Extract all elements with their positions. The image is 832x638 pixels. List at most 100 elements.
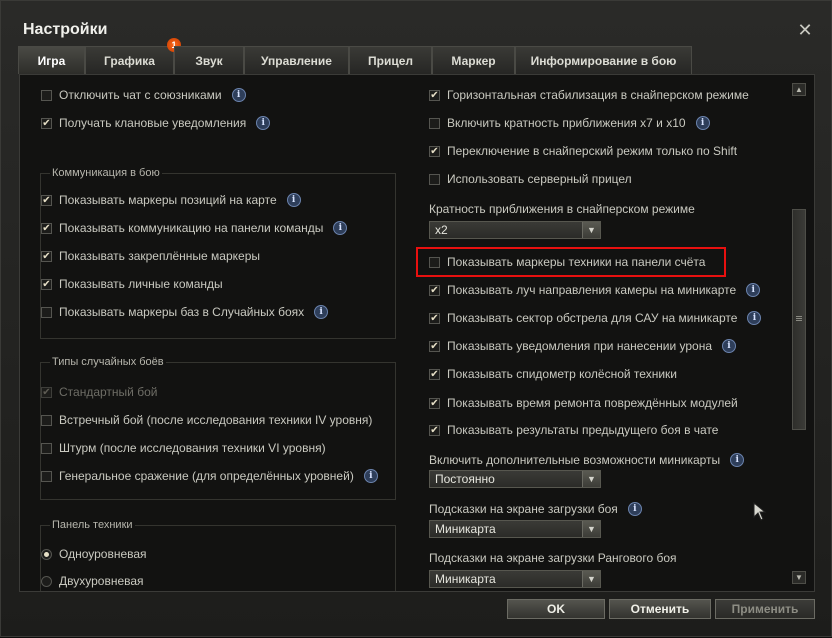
mouse-cursor-icon <box>753 502 767 521</box>
option-label: Штурм (после исследования техники VI уро… <box>59 441 326 455</box>
close-icon[interactable]: ✕ <box>796 21 814 39</box>
radio-button[interactable] <box>41 548 52 560</box>
tab-label: Звук <box>195 54 223 68</box>
option-repair-time[interactable]: ✔ Показывать время ремонта повреждённых … <box>429 393 738 413</box>
settings-window: Настройки ✕ Игра Графика 1 Звук Управлени… <box>0 0 832 637</box>
title-bar: Настройки ✕ <box>1 1 832 45</box>
checkbox[interactable]: ✔ <box>429 145 440 157</box>
cancel-button[interactable]: Отменить <box>609 599 711 619</box>
option-label: Показывать закреплённые маркеры <box>59 249 260 263</box>
checkbox[interactable]: ✔ <box>429 284 440 296</box>
option-position-markers[interactable]: ✔ Показывать маркеры позиций на карте i <box>41 190 301 210</box>
tab-sound[interactable]: Звук <box>174 46 244 74</box>
option-personal-commands[interactable]: ✔ Показывать личные команды <box>41 274 223 294</box>
option-camera-direction[interactable]: ✔ Показывать луч направления камеры на м… <box>429 280 761 300</box>
scroll-thumb[interactable] <box>792 209 806 430</box>
info-icon[interactable]: i <box>363 469 378 483</box>
option-damage-notifications[interactable]: ✔ Показывать уведомления при нанесении у… <box>429 336 736 356</box>
checkbox[interactable] <box>41 470 52 482</box>
checkbox[interactable]: ✔ <box>41 278 52 290</box>
checkbox[interactable]: ✔ <box>429 89 440 101</box>
info-icon[interactable]: i <box>333 221 348 235</box>
option-assault-battle[interactable]: Штурм (после исследования техники VI уро… <box>41 438 326 458</box>
checkbox[interactable] <box>429 256 440 268</box>
checkbox[interactable]: ✔ <box>429 424 440 436</box>
option-label: Показывать маркеры баз в Случайных боях <box>59 305 305 319</box>
option-spg-sector[interactable]: ✔ Показывать сектор обстрела для САУ на … <box>429 308 762 328</box>
tab-label: Управление <box>261 54 332 68</box>
tab-controls[interactable]: Управление <box>244 46 349 74</box>
info-icon[interactable]: i <box>695 116 710 130</box>
option-encounter-battle[interactable]: Встречный бой (после исследования техник… <box>41 410 372 430</box>
zoom-label: Кратность приближения в снайперском режи… <box>429 202 695 216</box>
option-previous-battle-chat[interactable]: ✔ Показывать результаты предыдущего боя … <box>429 420 718 440</box>
scrollbar[interactable]: ▲ ▼ <box>792 83 806 587</box>
option-team-communication[interactable]: ✔ Показывать коммуникацию на панели кома… <box>41 218 348 238</box>
loading-hints-select[interactable]: Миникарта ▼ <box>429 520 601 538</box>
checkbox[interactable]: ✔ <box>41 250 52 262</box>
apply-button[interactable]: Применить <box>715 599 815 619</box>
checkbox[interactable] <box>41 306 52 318</box>
option-clan-notifications[interactable]: ✔ Получать клановые уведомления i <box>41 113 271 133</box>
label-text: Подсказки на экране загрузки боя <box>429 502 618 516</box>
dialog-footer: OK Отменить Применить <box>1 592 832 638</box>
option-label: Показывать сектор обстрела для САУ на ми… <box>447 311 738 325</box>
select-value: Миникарта <box>435 572 496 586</box>
group-title: Панель техники <box>50 519 135 531</box>
tab-crosshair[interactable]: Прицел <box>349 46 432 74</box>
info-icon[interactable]: i <box>746 283 761 297</box>
checkbox[interactable]: ✔ <box>429 340 440 352</box>
info-icon[interactable]: i <box>627 502 642 516</box>
option-grand-battle[interactable]: Генеральное сражение (для определённых у… <box>41 466 378 486</box>
checkbox[interactable]: ✔ <box>429 312 440 324</box>
checkbox[interactable]: ✔ <box>429 397 440 409</box>
scroll-down-icon[interactable]: ▼ <box>792 571 806 584</box>
option-label: Показывать уведомления при нанесении уро… <box>447 339 712 353</box>
option-label: Генеральное сражение (для определённых у… <box>59 469 354 483</box>
tab-markers[interactable]: Маркер <box>432 46 515 74</box>
checkbox[interactable]: ✔ <box>41 117 52 129</box>
tab-graphics[interactable]: Графика 1 <box>85 38 181 74</box>
option-two-tier[interactable]: Двухуровневая <box>41 571 144 591</box>
info-icon[interactable]: i <box>722 339 736 353</box>
checkbox[interactable] <box>429 117 440 129</box>
option-label: Включить кратность приближения x7 и x10 <box>447 116 686 130</box>
checkbox[interactable] <box>429 173 440 185</box>
option-pinned-markers[interactable]: ✔ Показывать закреплённые маркеры <box>41 246 260 266</box>
info-icon[interactable]: i <box>256 116 271 130</box>
info-icon[interactable]: i <box>730 453 745 467</box>
option-score-panel-markers[interactable]: Показывать маркеры техники на панели счё… <box>429 252 705 272</box>
checkbox[interactable]: ✔ <box>41 222 52 234</box>
option-sniper-shift-only[interactable]: ✔ Переключение в снайперский режим тольк… <box>429 141 737 161</box>
radio-button[interactable] <box>41 575 52 587</box>
tab-game[interactable]: Игра <box>18 46 85 74</box>
option-horizontal-stabilization[interactable]: ✔ Горизонтальная стабилизация в снайперс… <box>429 85 749 105</box>
checkbox[interactable] <box>41 414 52 426</box>
info-icon[interactable]: i <box>314 305 329 319</box>
option-label: Показывать результаты предыдущего боя в … <box>447 423 719 437</box>
option-server-crosshair[interactable]: Использовать серверный прицел <box>429 169 632 189</box>
checkbox[interactable] <box>41 89 52 101</box>
chevron-down-icon: ▼ <box>582 571 600 587</box>
checkbox[interactable]: ✔ <box>429 368 440 380</box>
option-zoom-x7-x10[interactable]: Включить кратность приближения x7 и x10 … <box>429 113 710 133</box>
tab-battle-notifications[interactable]: Информирование в бою <box>515 46 692 74</box>
ranked-hints-select[interactable]: Миникарта ▼ <box>429 570 601 588</box>
option-label: Отключить чат с союзниками <box>59 88 222 102</box>
scroll-up-icon[interactable]: ▲ <box>792 83 806 96</box>
info-icon[interactable]: i <box>286 193 301 207</box>
chevron-down-icon: ▼ <box>582 521 600 537</box>
option-single-tier[interactable]: Одноуровневая <box>41 544 147 564</box>
option-disable-ally-chat[interactable]: Отключить чат с союзниками i <box>41 85 246 105</box>
info-icon[interactable]: i <box>747 311 762 325</box>
option-base-markers[interactable]: Показывать маркеры баз в Случайных боях … <box>41 302 329 322</box>
option-wheeled-speedometer[interactable]: ✔ Показывать спидометр колёсной техники <box>429 364 677 384</box>
checkbox[interactable] <box>41 442 52 454</box>
checkbox[interactable]: ✔ <box>41 194 52 206</box>
info-icon[interactable]: i <box>231 88 246 102</box>
ok-button[interactable]: OK <box>507 599 605 619</box>
zoom-select[interactable]: x2 ▼ <box>429 221 601 239</box>
select-value: Постоянно <box>435 472 495 486</box>
minimap-select[interactable]: Постоянно ▼ <box>429 470 601 488</box>
option-label: Двухуровневая <box>59 574 144 588</box>
